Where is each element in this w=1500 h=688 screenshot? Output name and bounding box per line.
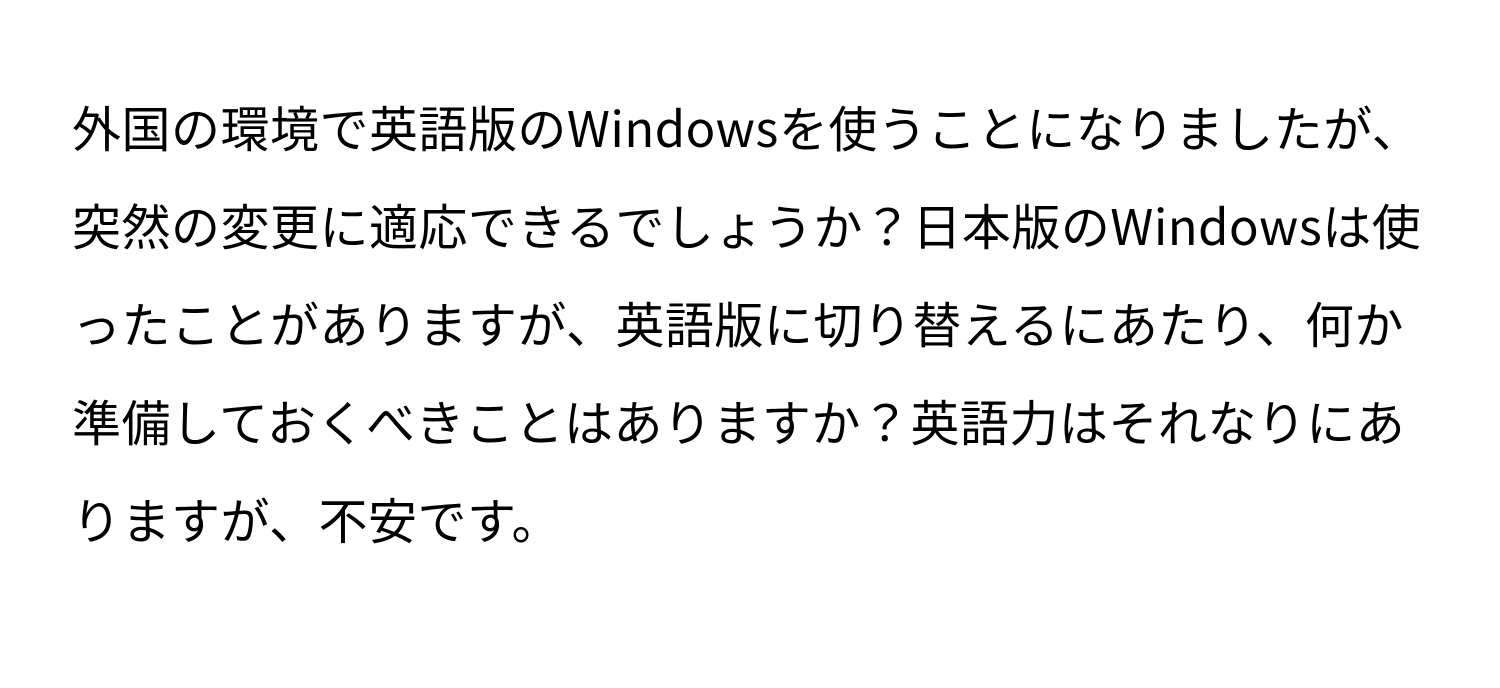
body-paragraph: 外国の環境で英語版のWindowsを使うことになりましたが、突然の変更に適応でき… xyxy=(72,78,1428,568)
document-content: 外国の環境で英語版のWindowsを使うことになりましたが、突然の変更に適応でき… xyxy=(72,78,1428,568)
